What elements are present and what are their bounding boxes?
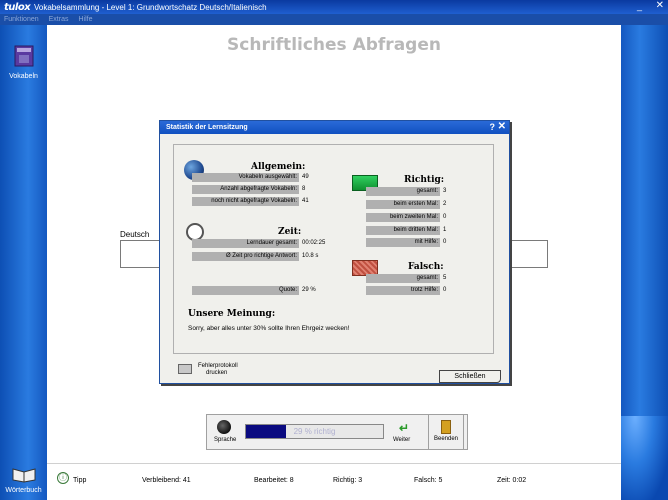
- progress-bar: 29 % richtig: [245, 424, 384, 439]
- stat-value: 1: [443, 227, 447, 233]
- stat-value: 8: [302, 186, 306, 192]
- stat-label: noch nicht abgefragte Vokabeln:: [192, 197, 299, 206]
- stat-value: 2: [443, 201, 447, 207]
- stat-label: Lerndauer gesamt:: [192, 239, 299, 248]
- right-panel: [621, 25, 668, 500]
- status-verbleibend: Verbleibend: 41: [142, 477, 191, 484]
- stat-label: Ø Zeit pro richtige Antwort:: [192, 252, 299, 261]
- weiter-label[interactable]: Weiter: [393, 437, 410, 443]
- print-label-line1: Fehlerprotokoll: [198, 363, 238, 369]
- menu-extras[interactable]: Extras: [49, 16, 69, 23]
- page-title: Schriftliches Abfragen: [227, 35, 441, 55]
- woerterbuch-label: Wörterbuch: [5, 487, 42, 494]
- stat-label: mit Hilfe:: [366, 238, 440, 247]
- vokabeln-button[interactable]: Vokabeln: [0, 43, 47, 80]
- stat-label: beim ersten Mal:: [366, 200, 440, 209]
- statistics-panel: Allgemein: Vokabeln ausgewählt: 49 Anzah…: [173, 144, 494, 354]
- dialog-title-bar: Statistik der Lernsitzung ? ✕: [160, 121, 509, 134]
- stat-value: 3: [443, 188, 447, 194]
- menu-bar: Funktionen Extras Hilfe: [0, 14, 668, 25]
- stat-value: 0: [443, 287, 447, 293]
- stat-label: beim zweiten Mal:: [366, 213, 440, 222]
- window-title: Vokabelsammlung - Level 1: Grundwortscha…: [34, 2, 267, 12]
- beenden-button[interactable]: Beenden: [428, 414, 464, 450]
- meinung-text: Sorry, aber alles unter 30% sollte Ihren…: [188, 325, 350, 332]
- stat-label: Anzahl abgefragte Vokabeln:: [192, 185, 299, 194]
- status-falsch: Falsch: 5: [414, 477, 443, 484]
- stat-value: 0: [443, 214, 447, 220]
- print-error-log-button[interactable]: Fehlerprotokoll drucken: [198, 363, 238, 377]
- print-label-line2: drucken: [206, 370, 228, 376]
- dialog-close-icon[interactable]: ✕: [498, 120, 506, 133]
- tipp-label[interactable]: Tipp: [73, 477, 86, 484]
- stat-label: beim dritten Mal:: [366, 226, 440, 235]
- sidebar: Vokabeln Wörterbuch: [0, 25, 47, 500]
- stat-value: 10.8 s: [302, 253, 319, 259]
- vokabeln-label: Vokabeln: [9, 73, 38, 80]
- woerterbuch-button[interactable]: Wörterbuch: [0, 465, 47, 494]
- close-window-button[interactable]: ✕: [656, 0, 664, 11]
- app-logo: tulox: [4, 1, 31, 13]
- decorative-wave: [621, 416, 668, 500]
- richtig-heading: Richtig:: [404, 175, 445, 185]
- open-book-icon: [12, 468, 35, 483]
- falsch-heading: Falsch:: [408, 262, 444, 272]
- allgemein-heading: Allgemein:: [251, 162, 306, 172]
- statistics-dialog: Statistik der Lernsitzung ? ✕ Allgemein:…: [159, 120, 510, 384]
- status-richtig: Richtig: 3: [333, 477, 363, 484]
- status-zeit: Zeit: 0:02: [497, 477, 527, 484]
- stat-label: gesamt:: [366, 274, 440, 283]
- stat-value: 49: [302, 174, 309, 180]
- help-button[interactable]: ?: [490, 121, 496, 134]
- schliessen-button[interactable]: Schließen: [439, 370, 501, 383]
- stat-label: gesamt:: [366, 187, 440, 196]
- progress-text: 29 % richtig: [293, 427, 336, 436]
- status-bearbeitet: Bearbeitet: 8: [254, 477, 294, 484]
- menu-hilfe[interactable]: Hilfe: [78, 16, 92, 23]
- beenden-label: Beenden: [433, 436, 459, 442]
- stat-label: Vokabeln ausgewählt:: [192, 173, 299, 182]
- stat-value: 5: [443, 275, 447, 281]
- zeit-heading: Zeit:: [278, 227, 302, 237]
- printer-icon[interactable]: [178, 364, 192, 374]
- dialog-title: Statistik der Lernsitzung: [166, 124, 248, 131]
- speaker-icon[interactable]: [217, 420, 231, 434]
- stat-value: 0: [443, 239, 447, 245]
- status-bar: ⓘ Tipp Verbleibend: 41 Bearbeitet: 8 Ric…: [47, 463, 621, 500]
- quote-label: Quote:: [192, 286, 299, 295]
- stat-label: trotz Hilfe:: [366, 286, 440, 295]
- title-bar: tulox Vokabelsammlung - Level 1: Grundwo…: [0, 0, 668, 14]
- weiter-arrow-icon[interactable]: ↵: [399, 421, 409, 435]
- lightbulb-icon[interactable]: ⓘ: [57, 472, 69, 484]
- stat-value: 00:02:25: [302, 240, 326, 246]
- stat-value: 41: [302, 198, 309, 204]
- menu-funktionen[interactable]: Funktionen: [4, 16, 39, 23]
- door-icon: [441, 420, 451, 434]
- sprache-label[interactable]: Sprache: [214, 437, 236, 443]
- quote-value: 29 %: [302, 287, 316, 293]
- vokabeln-book-icon: [14, 45, 33, 67]
- meinung-heading: Unsere Meinung:: [188, 309, 276, 319]
- deutsch-label: Deutsch: [120, 230, 150, 239]
- minimize-button[interactable]: _: [637, 1, 642, 11]
